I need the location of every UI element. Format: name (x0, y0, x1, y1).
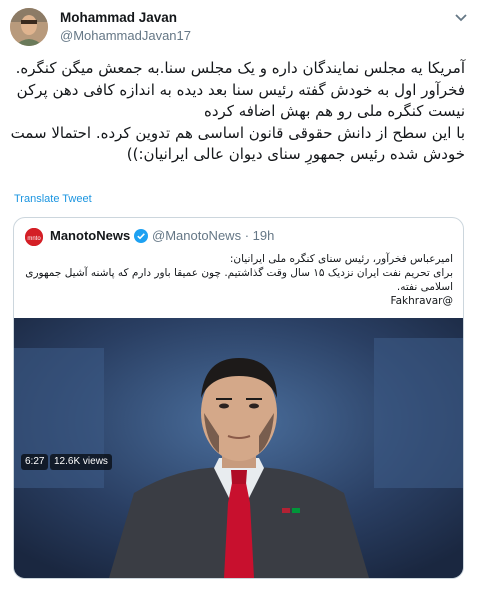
tweet-text-line: فخرآور اول به خودش گفته رئیس سنا بعد دید… (16, 80, 465, 99)
video-duration-badge: 6:27 (21, 454, 49, 470)
quoted-tweet-card[interactable]: mnto ManotoNews @ManotoNews · 19h امیرعب… (13, 217, 464, 579)
author-handle[interactable]: @MohammadJavan17 (60, 28, 191, 43)
quoted-text-line: امیرعباس فخرآور، رئیس سنای کنگره ملی ایر… (229, 253, 453, 265)
author-name[interactable]: Mohammad Javan (60, 10, 177, 25)
quoted-time[interactable]: 19h (253, 228, 275, 243)
author-avatar[interactable] (10, 8, 48, 46)
quoted-text-line: برای تحریم نفت ایران نزدیک ۱۵ سال وقت گذ… (25, 267, 453, 279)
tweet-text-line: آمریکا یه مجلس نمایندگان داره و یک مجلس … (15, 59, 465, 77)
tweet-text-line: خودش شده رئیس جمهورِ سنای دیوان عالی ایر… (126, 145, 465, 163)
video-views-badge: 12.6K views (50, 454, 112, 470)
video-player[interactable] (14, 318, 463, 578)
meta-separator: · (244, 228, 250, 243)
svg-text:mnto: mnto (27, 236, 41, 242)
manoto-logo-icon: mnto (25, 228, 43, 246)
quoted-author-handle[interactable]: @ManotoNews (152, 228, 241, 243)
verified-badge-icon (134, 229, 148, 243)
video-thumbnail (14, 318, 463, 578)
quoted-meta: @ManotoNews · 19h (152, 228, 274, 243)
quoted-text-line: اسلامی نفته. (396, 281, 453, 293)
tweet-text-line: نیست کنگره ملی رو هم بهش اضافه کرده (203, 102, 465, 120)
tweet-text: آمریکا یه مجلس نمایندگان داره و یک مجلس … (10, 58, 465, 166)
quoted-author-name[interactable]: ManotoNews (50, 228, 130, 243)
quoted-text: امیرعباس فخرآور، رئیس سنای کنگره ملی ایر… (23, 252, 453, 308)
quoted-mention[interactable]: @Fakhravar (23, 294, 453, 308)
chevron-down-icon[interactable] (452, 8, 470, 26)
translate-tweet-link[interactable]: Translate Tweet (14, 193, 92, 205)
tweet-text-line: با این سطح از دانش حقوقی قانون اساسی هم … (10, 123, 465, 142)
